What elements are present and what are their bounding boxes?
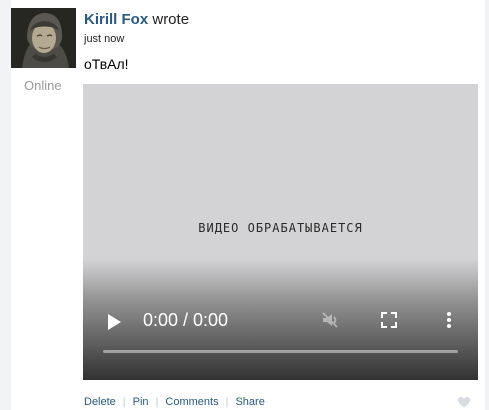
post-timestamp[interactable]: just now: [84, 33, 124, 45]
pin-link[interactable]: Pin: [133, 396, 149, 408]
author-avatar[interactable]: [11, 8, 76, 68]
delete-link[interactable]: Delete: [84, 396, 116, 408]
play-icon[interactable]: [108, 314, 121, 330]
wall-post: Online Kirill Fox wrote just now оТвАл! …: [0, 0, 489, 410]
action-separator: |: [225, 396, 229, 408]
video-controls: 0:00 / 0:00: [83, 302, 478, 346]
left-panel-strip: [0, 0, 11, 410]
comments-link[interactable]: Comments: [165, 396, 218, 408]
online-status: Online: [24, 78, 62, 93]
fullscreen-icon[interactable]: [380, 311, 398, 329]
profile-photo-icon: [11, 8, 76, 68]
author-name-link[interactable]: Kirill Fox: [84, 11, 148, 28]
share-link[interactable]: Share: [235, 396, 264, 408]
heart-icon[interactable]: [457, 396, 471, 408]
right-panel-strip: [485, 0, 489, 410]
more-options-icon[interactable]: [440, 311, 458, 329]
post-actions: Delete | Pin | Comments | Share: [84, 396, 265, 408]
volume-icon[interactable]: [320, 310, 340, 330]
post-header: Kirill Fox wrote: [84, 11, 189, 29]
video-progress-bar[interactable]: [103, 350, 458, 353]
post-text: оТвАл!: [84, 56, 129, 72]
video-time: 0:00 / 0:00: [143, 310, 229, 330]
video-processing-message: ВИДЕО ОБРАБАТЫВАЕТСЯ: [198, 221, 363, 235]
video-player[interactable]: ВИДЕО ОБРАБАТЫВАЕТСЯ 0:00 / 0:00: [83, 84, 478, 380]
action-separator: |: [155, 396, 159, 408]
action-separator: |: [122, 396, 126, 408]
wrote-label: wrote: [152, 11, 190, 28]
